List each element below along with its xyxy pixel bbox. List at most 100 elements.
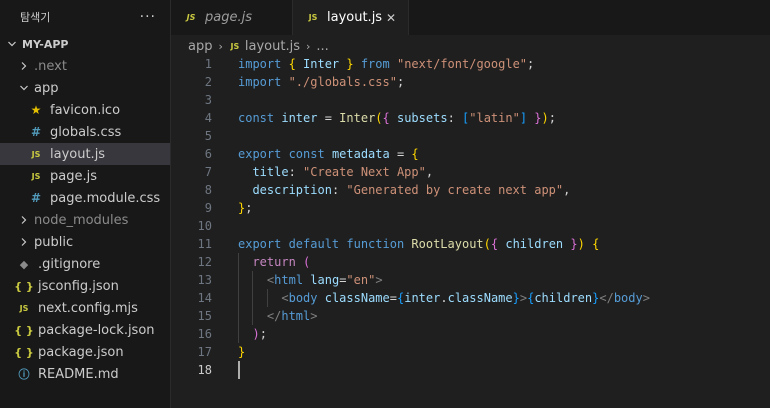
- code-token: title: [252, 165, 289, 179]
- file-item[interactable]: { } jsconfig.json: [0, 275, 170, 297]
- breadcrumb: app › JS layout.js › ...: [171, 35, 770, 57]
- code-token: ): [252, 327, 260, 341]
- code-editor[interactable]: 1 import { Inter } from "next/font/google…: [171, 55, 770, 408]
- tab-label: page.js: [205, 10, 252, 25]
- code-line: 13 <html lang="en">: [171, 271, 770, 289]
- code-token: subsets: [396, 111, 448, 125]
- file-item[interactable]: ★ favicon.ico: [0, 99, 170, 121]
- file-item[interactable]: { } package-lock.json: [0, 319, 170, 341]
- line-number: 2: [204, 75, 212, 89]
- json-icon: { }: [14, 279, 34, 293]
- code-token: return: [252, 255, 304, 269]
- breadcrumb-file[interactable]: layout.js: [245, 39, 300, 54]
- code-token: </: [266, 309, 282, 323]
- folder-item[interactable]: public: [0, 231, 170, 253]
- code-text: export default function RootLayout({ chi…: [238, 235, 599, 253]
- line-number: 8: [204, 183, 212, 197]
- line-number: 3: [204, 93, 212, 107]
- chevron-down-icon: [4, 39, 20, 49]
- tree-item-label: page.module.css: [50, 190, 161, 206]
- tab-layout-js[interactable]: JS layout.js ✕: [293, 0, 409, 35]
- file-item[interactable]: ◆ .gitignore: [0, 253, 170, 275]
- code-line: 17}: [171, 343, 770, 361]
- tree-item-label: layout.js: [50, 146, 106, 162]
- file-item[interactable]: # globals.css: [0, 121, 170, 143]
- breadcrumb-folder[interactable]: app: [188, 39, 212, 54]
- json-icon: { }: [14, 345, 34, 359]
- code-token: inter: [404, 291, 441, 305]
- tree-item-label: next.config.mjs: [38, 300, 138, 316]
- tab-page-js[interactable]: JS page.js: [171, 0, 293, 35]
- code-line: 12 return (: [171, 253, 770, 271]
- tree-item-label: favicon.ico: [50, 102, 121, 118]
- tree-item-label: MY-APP: [22, 37, 69, 51]
- file-item[interactable]: JS layout.js: [0, 143, 170, 165]
- code-token: children: [534, 291, 593, 305]
- file-item[interactable]: { } package.json: [0, 341, 170, 363]
- tab-label: layout.js: [327, 10, 383, 25]
- tree-item-label: public: [34, 234, 74, 250]
- folder-item[interactable]: .next: [0, 55, 170, 77]
- code-token: }: [238, 345, 246, 359]
- code-token: <: [281, 291, 289, 305]
- close-icon[interactable]: ✕: [386, 11, 396, 25]
- code-token: (: [375, 111, 383, 125]
- code-token: >: [519, 291, 528, 305]
- file-item[interactable]: JS next.config.mjs: [0, 297, 170, 319]
- code-token: const: [288, 147, 332, 161]
- more-actions-icon[interactable]: ···: [140, 9, 156, 25]
- file-tree: MY-APP .next app ★ favicon.ico # globals.css JS…: [0, 33, 170, 385]
- breadcrumb-separator-icon: ›: [218, 39, 223, 53]
- line-number: 10: [197, 219, 212, 233]
- tree-item-label: node_modules: [34, 212, 129, 228]
- folder-item[interactable]: app: [0, 77, 170, 99]
- code-token: (: [303, 255, 311, 269]
- file-item[interactable]: JS page.js: [0, 165, 170, 187]
- code-token: Inter: [339, 111, 376, 125]
- file-item[interactable]: # page.module.css: [0, 187, 170, 209]
- js-icon: JS: [31, 149, 41, 159]
- tree-item-label: app: [34, 80, 59, 96]
- code-token: export: [238, 147, 289, 161]
- chevron-right-icon: [16, 237, 32, 247]
- code-token: :: [447, 111, 463, 125]
- code-token: =: [389, 147, 412, 161]
- code-token: html: [274, 273, 304, 287]
- code-line: 11 export default function RootLayout({ c…: [171, 235, 770, 253]
- js-icon: JS: [308, 13, 318, 22]
- code-token: {: [382, 111, 397, 125]
- line-number: 5: [204, 129, 212, 143]
- code-token: =: [389, 291, 397, 305]
- explorer-header: 탐색기 ···: [0, 0, 170, 33]
- text-cursor: [238, 361, 240, 379]
- code-text: import { Inter } from "next/font/google"…: [238, 55, 534, 73]
- line-number: 9: [204, 201, 212, 215]
- code-text: description: "Generated by create next a…: [238, 181, 570, 199]
- code-text: const inter = Inter({ subsets: ["latin"]…: [238, 109, 556, 127]
- code-token: ;: [396, 75, 405, 89]
- indent-guide: [252, 271, 254, 325]
- css-icon: #: [30, 125, 42, 139]
- js-icon: JS: [19, 303, 29, 313]
- file-item[interactable]: ⓘ README.md: [0, 363, 170, 385]
- code-line: 18: [171, 361, 770, 379]
- line-number: 12: [197, 255, 212, 269]
- code-token: .: [440, 291, 448, 305]
- code-line: 8 description: "Generated by create next…: [171, 181, 770, 199]
- chevron-right-icon: [16, 215, 32, 225]
- line-number: 18: [197, 363, 212, 377]
- code-token: from: [353, 57, 397, 71]
- js-icon: JS: [230, 41, 240, 51]
- code-text: title: "Create Next App",: [238, 163, 433, 181]
- explorer-root-folder[interactable]: MY-APP: [0, 33, 170, 55]
- line-number: 14: [197, 291, 212, 305]
- code-token: RootLayout: [411, 237, 484, 251]
- code-token: Inter: [303, 57, 340, 71]
- code-line: 16 );: [171, 325, 770, 343]
- code-token: ;: [245, 201, 253, 215]
- code-line: 15 </html>: [171, 307, 770, 325]
- folder-item[interactable]: node_modules: [0, 209, 170, 231]
- breadcrumb-symbols[interactable]: ...: [316, 39, 328, 54]
